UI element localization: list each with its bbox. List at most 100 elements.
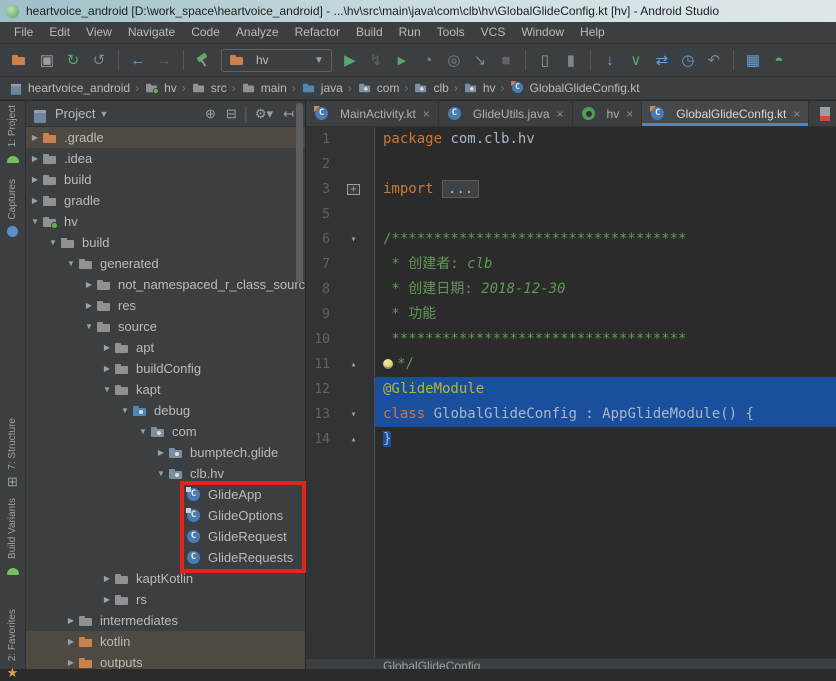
close-icon[interactable]: ×	[557, 107, 564, 121]
tool-window-button----favorites[interactable]: 2: Favorites★	[5, 609, 21, 681]
tree-item-.gradle[interactable]: ▶.gradle	[26, 127, 305, 148]
tree-item-kaptKotlin[interactable]: ▶kaptKotlin	[26, 568, 305, 589]
coverage-icon[interactable]: ◎	[441, 48, 467, 72]
chevron-right-icon[interactable]: ▶	[28, 196, 42, 205]
menu-vcs[interactable]: VCS	[473, 22, 514, 43]
menu-file[interactable]: File	[6, 22, 41, 43]
chevron-right-icon[interactable]: ▶	[100, 574, 114, 583]
code-text[interactable]: @GlideModule	[375, 377, 836, 402]
tree-item-com[interactable]: ▼com	[26, 421, 305, 442]
fold-down-icon[interactable]: ▾	[350, 409, 356, 420]
tree-item-GlideRequests[interactable]: GlideRequests	[26, 547, 305, 568]
refresh-icon[interactable]: ↺	[86, 48, 112, 72]
code-text[interactable]: import ...	[375, 177, 836, 202]
line-number[interactable]: 6	[306, 227, 333, 252]
collapse-all-icon[interactable]: ⊟	[226, 106, 237, 122]
breadcrumb-item-heartvoice_android[interactable]: heartvoice_android	[8, 80, 130, 96]
tab-MainActivity.kt[interactable]: MainActivity.kt×	[306, 101, 439, 126]
line-number[interactable]: 10	[306, 327, 333, 352]
menu-tools[interactable]: Tools	[429, 22, 473, 43]
chevron-right-icon[interactable]: ▶	[64, 658, 78, 667]
chevron-right-icon[interactable]: ▶	[100, 364, 114, 373]
line-number[interactable]: 11	[306, 352, 333, 377]
chevron-right-icon[interactable]: ▶	[64, 637, 78, 646]
tree-item-res[interactable]: ▶res	[26, 295, 305, 316]
breadcrumb-item-clb[interactable]: clb	[413, 80, 448, 96]
apply-changes-icon[interactable]: ↯	[363, 48, 389, 72]
code-line[interactable]: 9 * 功能	[306, 302, 836, 327]
fold-marker[interactable]: +	[333, 177, 375, 202]
code-text[interactable]: * 创建日期: 2018-12-30	[375, 277, 836, 302]
tab-hv[interactable]: hv×	[573, 101, 643, 126]
code-text[interactable]: * 功能	[375, 302, 836, 327]
screenshot-icon[interactable]: ▯	[532, 48, 558, 72]
close-icon[interactable]: ×	[626, 107, 633, 121]
chevron-right-icon[interactable]: ▶	[100, 343, 114, 352]
tool-window-button-build-variants[interactable]: Build Variants	[5, 498, 21, 579]
code-text[interactable]: /***********************************	[375, 227, 836, 252]
tree-item-GlideApp[interactable]: GlideApp	[26, 484, 305, 505]
menu-help[interactable]: Help	[572, 22, 613, 43]
tree-item-hv[interactable]: ▼hv	[26, 211, 305, 232]
code-line[interactable]: 11▴*/	[306, 352, 836, 377]
tree-item-clb.hv[interactable]: ▼clb.hv	[26, 463, 305, 484]
code-text[interactable]: class GlobalGlideConfig : AppGlideModule…	[375, 402, 836, 427]
line-number[interactable]: 9	[306, 302, 333, 327]
stop-icon[interactable]: ■	[493, 48, 519, 72]
vcs-update-icon[interactable]: ↓	[597, 48, 623, 72]
screen-record-icon[interactable]: ▮	[558, 48, 584, 72]
tree-item-kotlin[interactable]: ▶kotlin	[26, 631, 305, 652]
intention-bulb-icon[interactable]	[383, 359, 393, 369]
chevron-right-icon[interactable]: ▶	[82, 280, 96, 289]
save-icon[interactable]: ▣	[34, 48, 60, 72]
tree-item-build[interactable]: ▶build	[26, 169, 305, 190]
open-icon[interactable]	[8, 48, 34, 72]
tree-item-GlideRequest[interactable]: GlideRequest	[26, 526, 305, 547]
tree-item-.idea[interactable]: ▶.idea	[26, 148, 305, 169]
chevron-down-icon[interactable]: ▼	[46, 238, 60, 247]
code-line[interactable]: 1package com.clb.hv	[306, 127, 836, 152]
code-line[interactable]: 8 * 创建日期: 2018-12-30	[306, 277, 836, 302]
tree-item-kapt[interactable]: ▼kapt	[26, 379, 305, 400]
line-number[interactable]: 7	[306, 252, 333, 277]
tree-item-bumptech.glide[interactable]: ▶bumptech.glide	[26, 442, 305, 463]
line-number[interactable]: 3	[306, 177, 333, 202]
code-text[interactable]: ***********************************	[375, 327, 836, 352]
menu-build[interactable]: Build	[348, 22, 391, 43]
chevron-down-icon[interactable]: ▼	[28, 217, 42, 226]
code-line[interactable]: 12@GlideModule	[306, 377, 836, 402]
sync-gradle-icon[interactable]: ↻	[60, 48, 86, 72]
forward-icon[interactable]: →	[151, 48, 177, 72]
breadcrumb-item-com[interactable]: com	[357, 80, 400, 96]
chevron-right-icon[interactable]: ▶	[82, 301, 96, 310]
chevron-down-icon[interactable]: ▼	[154, 469, 168, 478]
fold-up-icon[interactable]: ▴	[350, 434, 356, 445]
breadcrumb-item-hv[interactable]: hv	[144, 80, 177, 96]
chevron-right-icon[interactable]: ▶	[64, 616, 78, 625]
project-panel-title[interactable]: Project	[55, 106, 95, 121]
chevron-down-icon[interactable]: ▼	[99, 109, 108, 119]
menu-navigate[interactable]: Navigate	[120, 22, 183, 43]
chevron-down-icon[interactable]: ▼	[100, 385, 114, 394]
back-icon[interactable]: ←	[125, 48, 151, 72]
locate-file-icon[interactable]: ⊕	[205, 106, 216, 122]
code-text[interactable]: }	[375, 427, 836, 452]
vcs-branch-icon[interactable]: ∨	[623, 48, 649, 72]
code-editor[interactable]: 1package com.clb.hv23+import ...56▾/****…	[306, 127, 836, 669]
undo-icon[interactable]: ↶	[701, 48, 727, 72]
fold-down-icon[interactable]: ▾	[350, 234, 356, 245]
tab-GlideUtils.java[interactable]: GlideUtils.java×	[439, 101, 573, 126]
code-line[interactable]: 10 ***********************************	[306, 327, 836, 352]
attach-debugger-icon[interactable]: ↘	[467, 48, 493, 72]
close-icon[interactable]: ×	[793, 107, 800, 121]
chevron-right-icon[interactable]: ▶	[28, 133, 42, 142]
code-line[interactable]: 2	[306, 152, 836, 177]
line-number[interactable]: 2	[306, 152, 333, 177]
chevron-right-icon[interactable]: ▶	[28, 175, 42, 184]
code-line[interactable]: 6 ▾ /***********************************	[306, 227, 836, 252]
tab-GlobalGlideConfig.kt[interactable]: GlobalGlideConfig.kt×	[642, 101, 809, 126]
code-text[interactable]	[375, 202, 836, 227]
tree-item-apt[interactable]: ▶apt	[26, 337, 305, 358]
sdk-manager-icon[interactable]: ▦	[740, 48, 766, 72]
avd-manager-icon[interactable]: ◓	[766, 48, 792, 72]
